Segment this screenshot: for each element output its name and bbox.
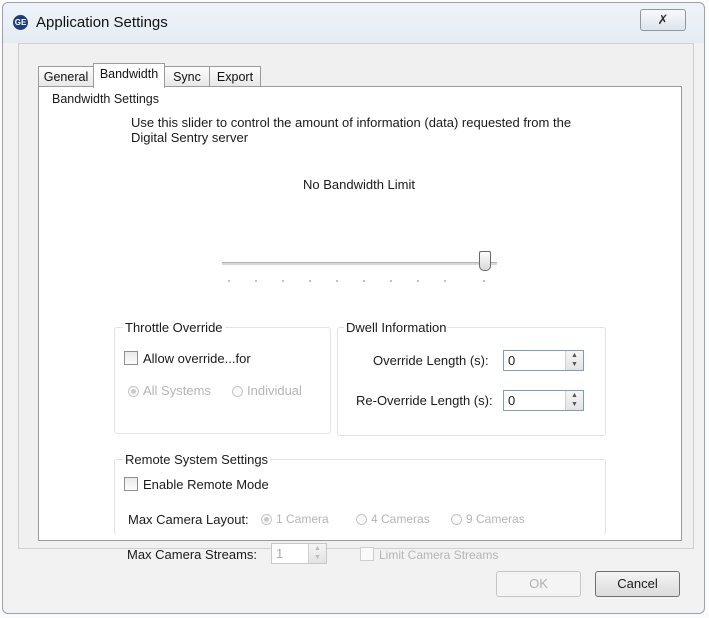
tab-general[interactable]: General — [38, 66, 94, 87]
max-camera-streams-stepper[interactable]: 1 ▲ ▼ — [271, 543, 327, 564]
override-length-stepper[interactable]: 0 ▲ ▼ — [503, 350, 584, 371]
reoverride-length-value: 0 — [508, 393, 516, 408]
bandwidth-slider-track[interactable] — [222, 262, 497, 265]
close-button[interactable]: ✗ — [640, 9, 686, 31]
slider-value-label: No Bandwidth Limit — [303, 177, 415, 192]
slider-tick — [309, 280, 311, 282]
checkbox-box[interactable] — [124, 351, 138, 365]
spin-arrows-icon[interactable]: ▲ ▼ — [565, 391, 583, 410]
reoverride-length-label: Re-Override Length (s): — [356, 393, 493, 408]
slider-tick — [228, 280, 230, 282]
limit-camera-streams-label: Limit Camera Streams — [379, 548, 499, 562]
override-length-value: 0 — [508, 353, 516, 368]
bandwidth-slider-thumb[interactable] — [479, 251, 491, 271]
enable-remote-label: Enable Remote Mode — [143, 477, 269, 492]
all-systems-label: All Systems — [143, 383, 211, 398]
spin-arrows-icon[interactable]: ▲ ▼ — [308, 544, 326, 563]
1-camera-label: 1 Camera — [276, 512, 329, 526]
checkbox-box[interactable] — [124, 477, 138, 491]
tab-export[interactable]: Export — [209, 66, 261, 87]
radio-dot-icon — [356, 514, 367, 525]
tab-sync[interactable]: Sync — [164, 66, 210, 87]
throttle-override-group: Throttle Override Allow override...for A… — [114, 320, 331, 434]
slider-tick — [363, 280, 365, 282]
slider-tick — [390, 280, 392, 282]
bandwidth-tab-page: Bandwidth Settings Use this slider to co… — [38, 86, 682, 564]
tab-bandwidth[interactable]: Bandwidth — [93, 63, 165, 88]
app-logo-icon: GE — [13, 15, 28, 30]
max-camera-layout-label: Max Camera Layout: — [128, 512, 249, 527]
window-title: Application Settings — [36, 14, 168, 31]
enable-remote-checkbox[interactable]: Enable Remote Mode — [124, 477, 269, 492]
spin-arrows-icon[interactable]: ▲ ▼ — [565, 351, 583, 370]
individual-label: Individual — [247, 383, 302, 398]
bandwidth-description-line2: Digital Sentry server — [131, 130, 249, 145]
override-length-label: Override Length (s): — [373, 353, 489, 368]
reoverride-length-stepper[interactable]: 0 ▲ ▼ — [503, 390, 584, 411]
4-cameras-label: 4 Cameras — [371, 512, 430, 526]
dwell-information-title: Dwell Information — [344, 320, 449, 335]
radio-dot-icon — [232, 386, 243, 397]
dwell-information-group: Dwell Information Override Length (s): 0… — [337, 320, 606, 436]
settings-window: GE Application Settings ✗ General Bandwi… — [2, 2, 705, 614]
throttle-override-title: Throttle Override — [123, 320, 225, 335]
slider-tick — [444, 280, 446, 282]
dialog-client-area: General Bandwidth Sync Export Bandwidth … — [18, 43, 694, 564]
radio-individual[interactable]: Individual — [232, 383, 302, 398]
radio-all-systems[interactable]: All Systems — [128, 383, 211, 398]
remote-settings-title: Remote System Settings — [123, 452, 271, 467]
max-camera-streams-label: Max Camera Streams: — [127, 547, 258, 562]
radio-dot-icon — [128, 386, 139, 397]
radio-9-cameras[interactable]: 9 Cameras — [451, 512, 525, 526]
9-cameras-label: 9 Cameras — [466, 512, 525, 526]
slider-tick — [282, 280, 284, 282]
allow-override-label: Allow override...for — [143, 351, 251, 366]
radio-dot-icon — [261, 514, 272, 525]
radio-4-cameras[interactable]: 4 Cameras — [356, 512, 430, 526]
radio-dot-icon — [451, 514, 462, 525]
remote-system-settings-group: Remote System Settings Enable Remote Mod… — [114, 452, 606, 535]
checkbox-box[interactable] — [360, 547, 374, 561]
limit-camera-streams-checkbox[interactable]: Limit Camera Streams — [360, 547, 498, 562]
bandwidth-description-line1: Use this slider to control the amount of… — [131, 115, 572, 130]
bandwidth-settings-heading: Bandwidth Settings — [52, 92, 160, 106]
slider-tick — [417, 280, 419, 282]
max-camera-streams-value: 1 — [276, 546, 284, 561]
cancel-button[interactable]: Cancel — [595, 571, 680, 597]
radio-1-camera[interactable]: 1 Camera — [261, 512, 329, 526]
allow-override-checkbox[interactable]: Allow override...for — [124, 351, 251, 366]
ok-button[interactable]: OK — [496, 571, 581, 597]
title-bar: GE Application Settings ✗ — [3, 3, 704, 43]
slider-tick — [255, 280, 257, 282]
slider-tick — [483, 280, 485, 282]
slider-tick — [336, 280, 338, 282]
